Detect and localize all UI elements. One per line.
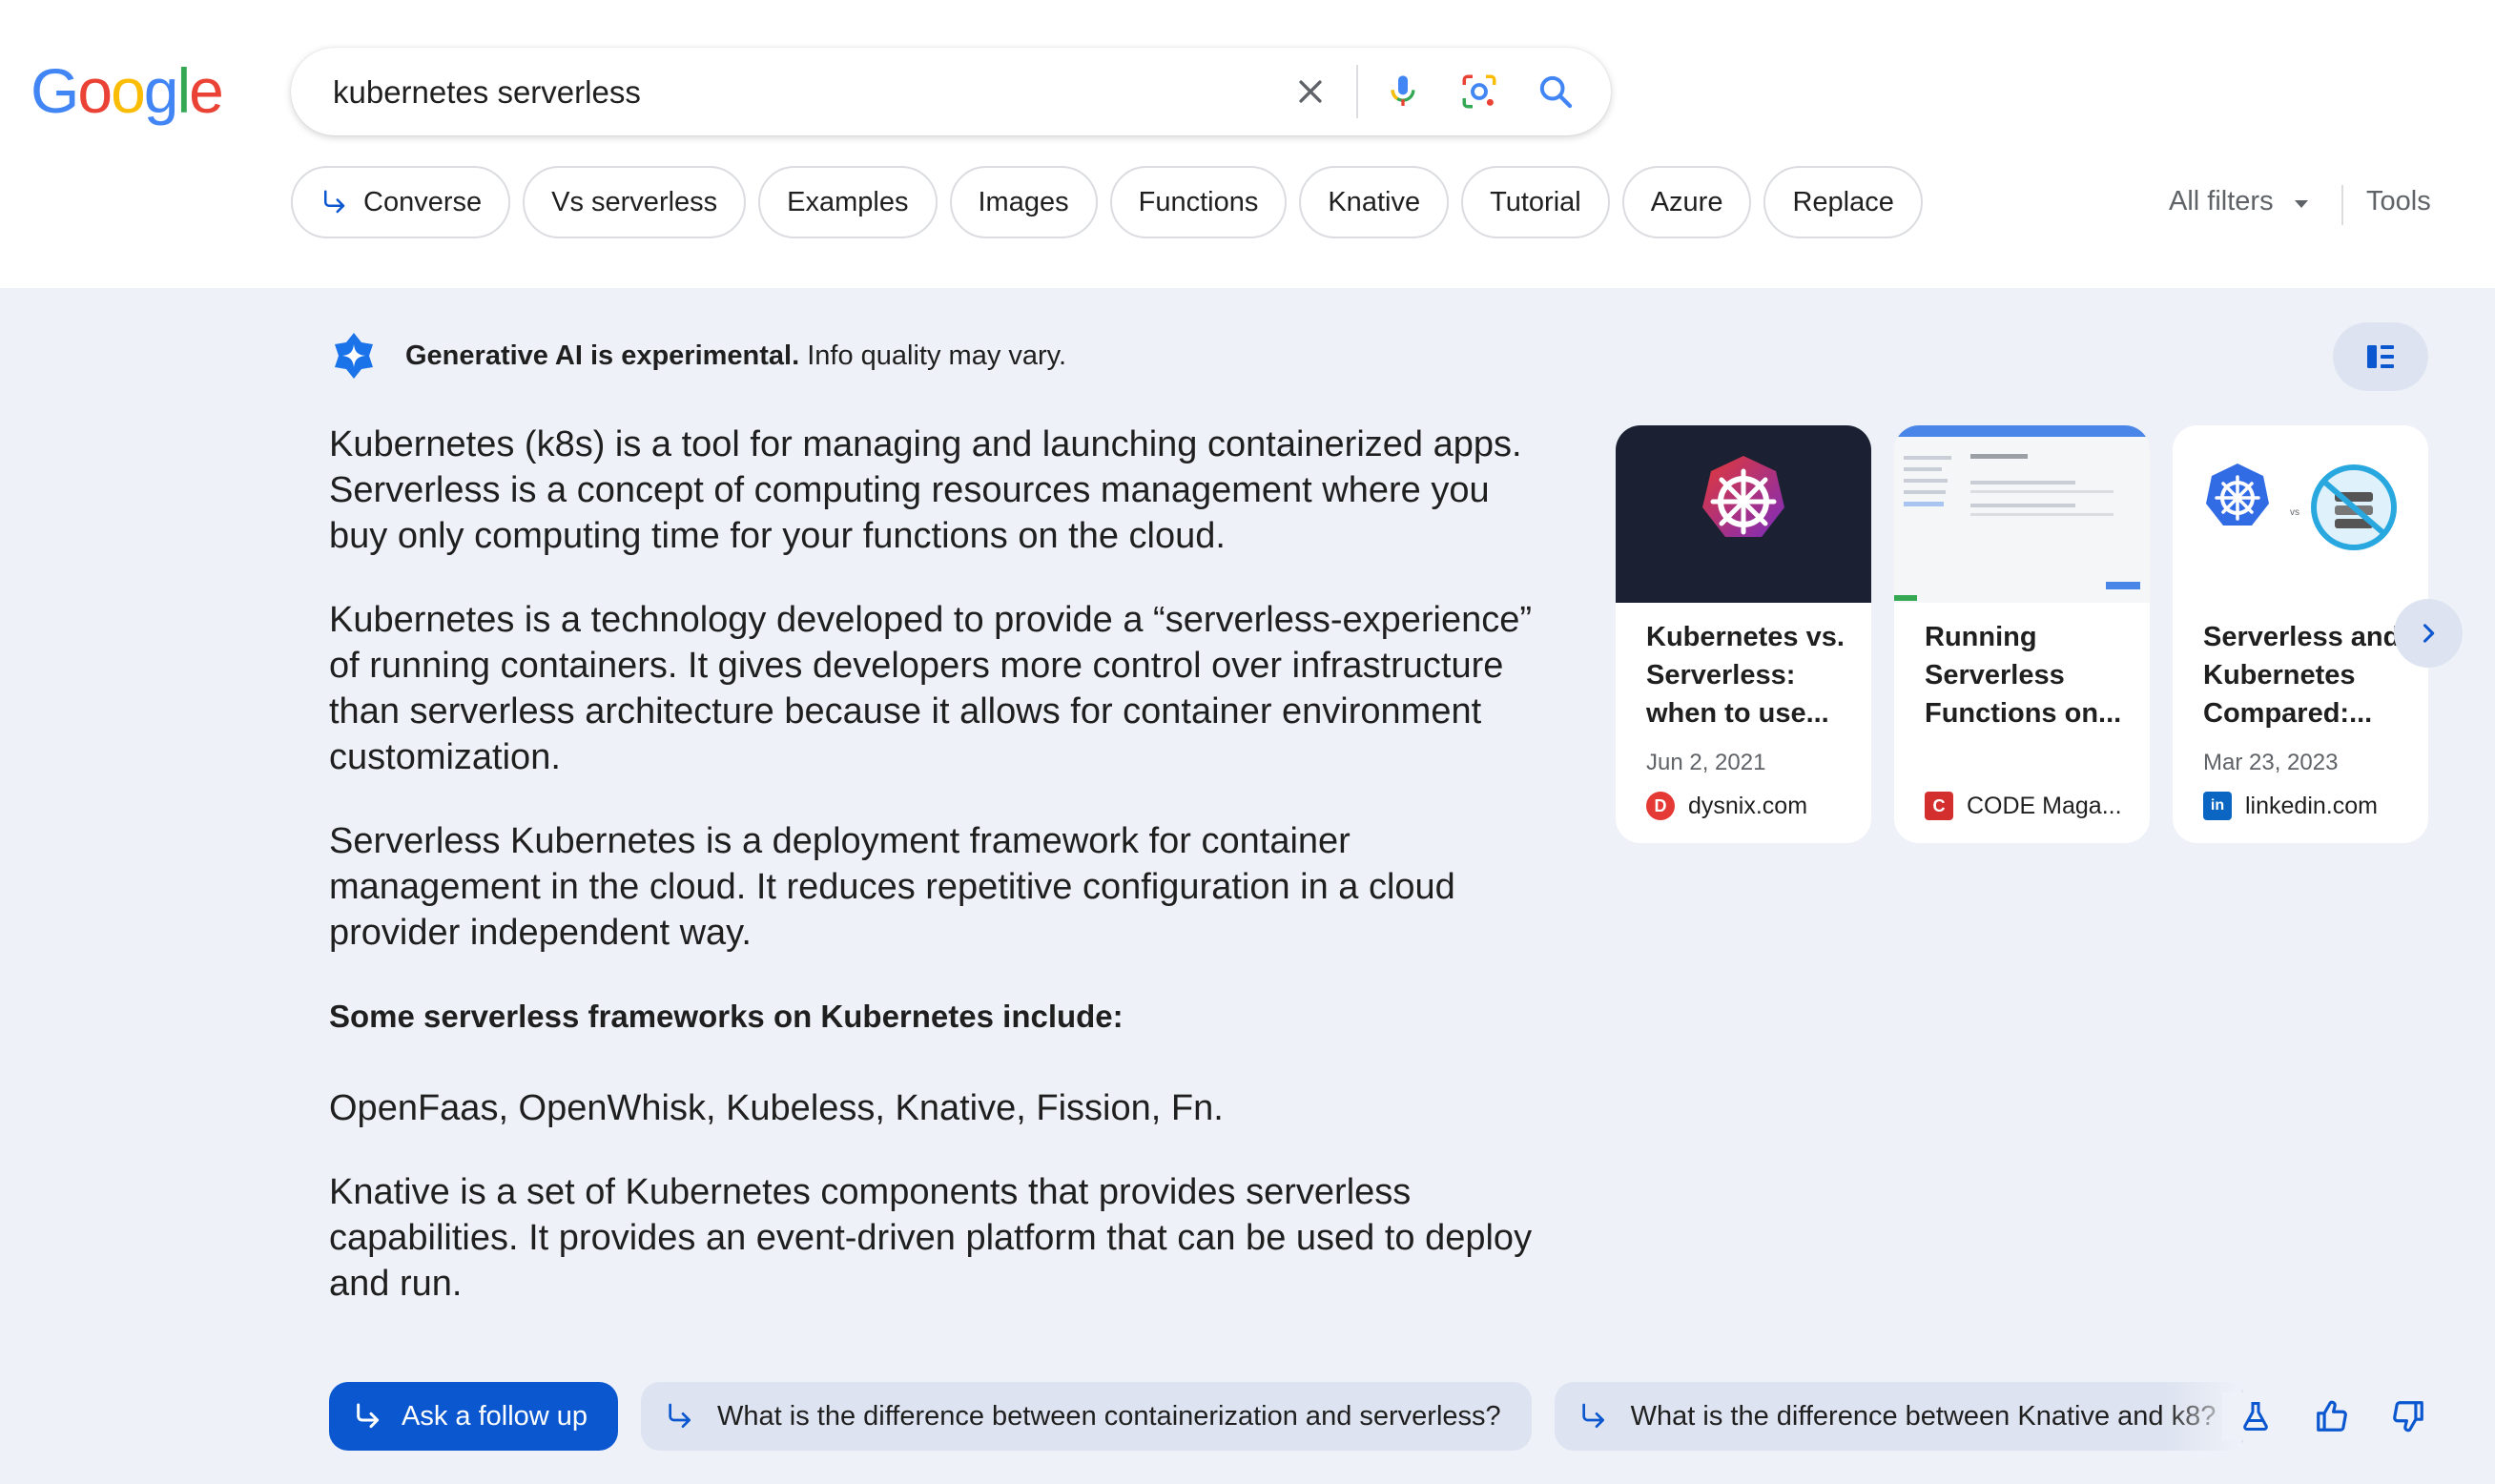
tools-button[interactable]: Tools xyxy=(2366,186,2431,217)
ai-paragraph: Kubernetes (k8s) is a tool for managing … xyxy=(329,424,1522,556)
ai-paragraph: Kubernetes is a technology developed to … xyxy=(329,600,1533,777)
ai-paragraph: Knative is a set of Kubernetes component… xyxy=(329,1172,1533,1304)
microphone-icon[interactable] xyxy=(1376,65,1430,118)
card-source: D dysnix.com xyxy=(1646,792,1807,820)
chip-azure[interactable]: Azure xyxy=(1621,166,1752,238)
layout-icon xyxy=(2367,345,2394,368)
suggested-question[interactable]: What is the difference between Knative a… xyxy=(1554,1382,2247,1451)
source-card-code-magazine[interactable]: Running Serverless Functions on... C COD… xyxy=(1894,425,2150,843)
screenshot-thumbnail-icon xyxy=(1894,425,2150,603)
card-date: Mar 23, 2023 xyxy=(2203,750,2339,775)
thumbs-down-icon[interactable] xyxy=(2384,1392,2432,1440)
search-input[interactable] xyxy=(331,65,1289,120)
card-title: Running Serverless Functions on... xyxy=(1925,622,2122,729)
ai-paragraph: Serverless Kubernetes is a deployment fr… xyxy=(329,821,1455,953)
layout-toggle-button[interactable] xyxy=(2333,322,2428,391)
search-header: Google kubernetes serverless Converse Vs… xyxy=(0,0,2495,288)
chip-examples[interactable]: Examples xyxy=(758,166,938,238)
chip-images[interactable]: Images xyxy=(949,166,1098,238)
clear-icon[interactable] xyxy=(1284,65,1337,118)
refinement-chips: Converse Vs serverless Examples Images F… xyxy=(291,166,1923,242)
ai-overview-header: Generative AI is experimental. Info qual… xyxy=(329,331,1066,381)
chip-converse[interactable]: Converse xyxy=(291,166,511,238)
card-source: C CODE Maga... xyxy=(1925,792,2122,820)
source-card-linkedin[interactable]: vs Serverless and Kubernetes Compared:..… xyxy=(2173,425,2428,843)
tools-divider xyxy=(2341,185,2343,225)
arrow-return-icon xyxy=(352,1401,382,1432)
arrow-return-icon xyxy=(320,188,348,216)
ai-overview-text: Kubernetes (k8s) is a tool for managing … xyxy=(329,422,1550,1345)
google-logo[interactable]: Google xyxy=(31,57,224,124)
card-source: in linkedin.com xyxy=(2203,792,2378,820)
all-filters-button[interactable]: All filters xyxy=(2169,186,2310,217)
code-magazine-favicon-icon: C xyxy=(1925,792,1953,820)
thumbs-up-icon[interactable] xyxy=(2308,1392,2356,1440)
chip-functions[interactable]: Functions xyxy=(1109,166,1288,238)
source-card-dysnix[interactable]: Kubernetes vs. Serverless: when to use..… xyxy=(1616,425,1871,843)
chip-vs-serverless[interactable]: Vs serverless xyxy=(523,166,747,238)
arrow-return-icon xyxy=(1577,1401,1608,1432)
ai-frameworks-list: OpenFaas, OpenWhisk, Kubeless, Knative, … xyxy=(329,1088,1224,1128)
caret-down-icon xyxy=(2293,186,2310,217)
card-date: Jun 2, 2021 xyxy=(1646,750,1766,775)
search-box xyxy=(291,48,1611,135)
ai-subheading: Some serverless frameworks on Kubernetes… xyxy=(329,999,1124,1034)
chip-replace[interactable]: Replace xyxy=(1763,166,1923,238)
gemini-spark-icon xyxy=(335,333,373,379)
feedback-icons xyxy=(2222,1392,2432,1440)
cards-next-button[interactable] xyxy=(2394,599,2463,668)
chip-tutorial[interactable]: Tutorial xyxy=(1461,166,1610,238)
ask-follow-up-button[interactable]: Ask a follow up xyxy=(329,1382,619,1451)
linkedin-favicon-icon: in xyxy=(2203,792,2232,820)
card-title: Kubernetes vs. Serverless: when to use..… xyxy=(1646,622,1845,729)
svg-text:vs: vs xyxy=(2290,507,2299,518)
card-thumbnail xyxy=(1894,425,2150,603)
dysnix-favicon-icon: D xyxy=(1646,792,1675,820)
suggested-question[interactable]: What is the difference between container… xyxy=(641,1382,1532,1451)
lens-camera-icon[interactable] xyxy=(1453,65,1506,118)
arrow-return-icon xyxy=(664,1401,694,1432)
ai-overview-panel: Generative AI is experimental. Info qual… xyxy=(0,288,2495,1484)
labs-flask-icon[interactable] xyxy=(2232,1392,2279,1440)
ai-disclaimer: Generative AI is experimental. Info qual… xyxy=(405,340,1067,371)
card-thumbnail xyxy=(1616,425,1871,603)
card-thumbnail: vs xyxy=(2173,425,2428,603)
chevron-right-icon xyxy=(2423,624,2435,643)
kubernetes-logo-icon xyxy=(1702,456,1784,537)
chip-knative[interactable]: Knative xyxy=(1299,166,1450,238)
search-divider xyxy=(1356,65,1358,118)
follow-up-row: Ask a follow up What is the difference b… xyxy=(329,1382,2247,1451)
search-icon[interactable] xyxy=(1529,65,1582,118)
card-title: Serverless and Kubernetes Compared:... xyxy=(2203,622,2401,729)
kubernetes-vs-serverless-icon: vs xyxy=(2206,464,2397,550)
